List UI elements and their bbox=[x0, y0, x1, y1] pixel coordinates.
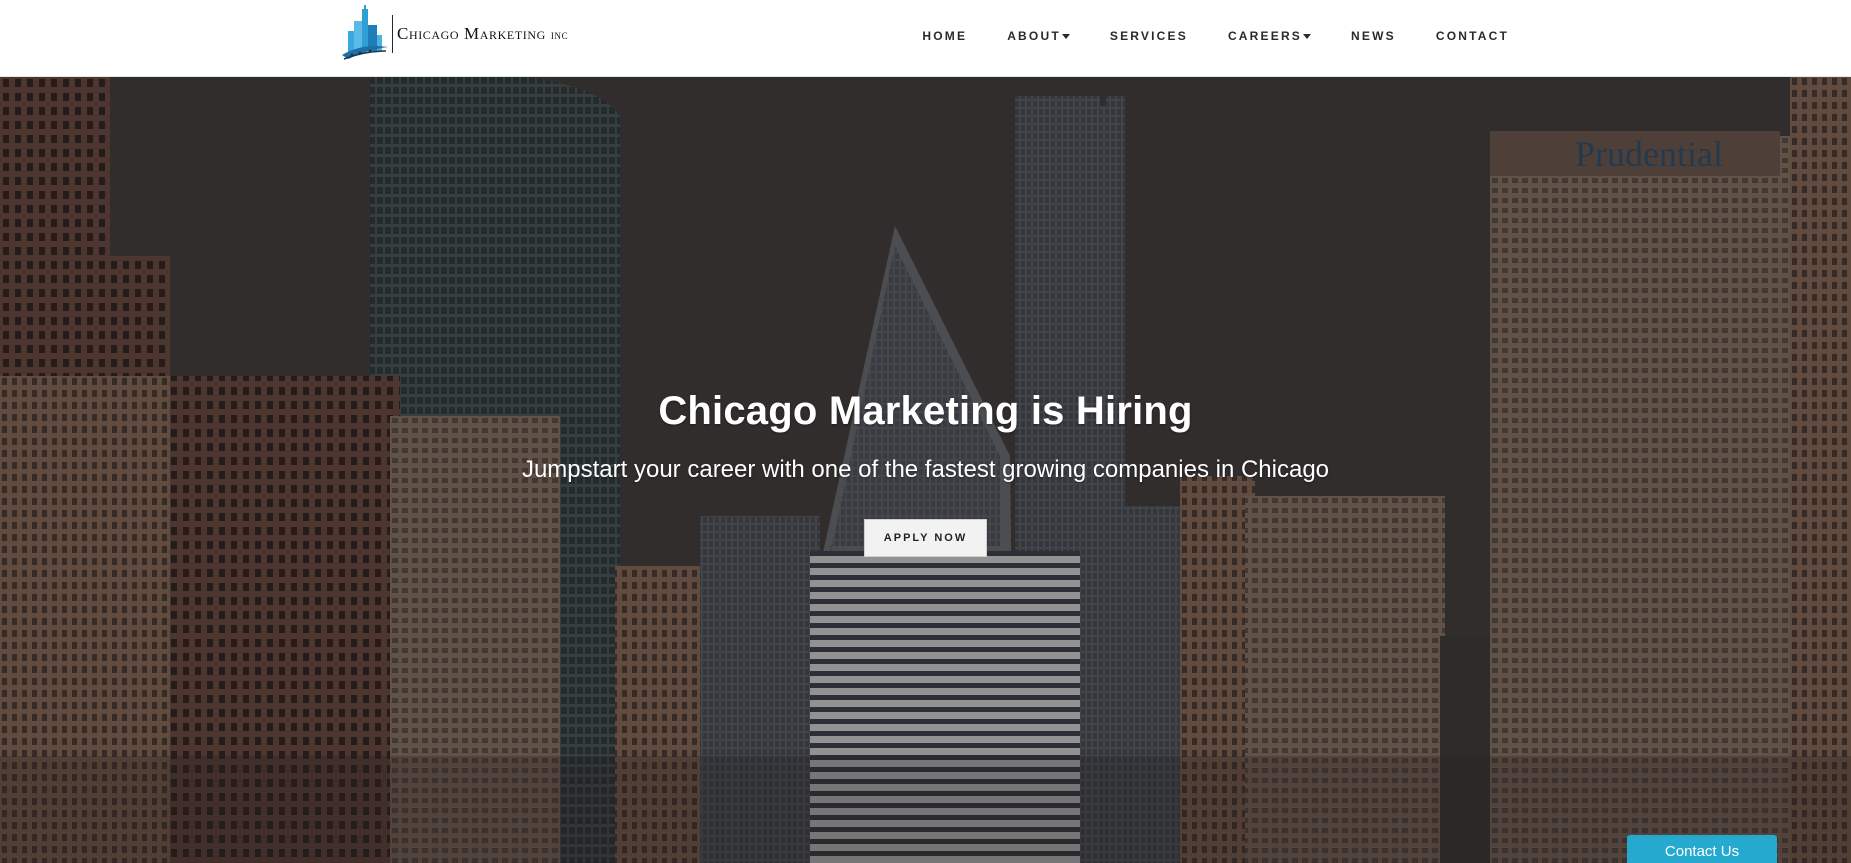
nav-item-label: NEWS bbox=[1351, 29, 1396, 43]
main-nav: HOME ABOUT SERVICES CAREERS NEWS CONTACT bbox=[922, 0, 1509, 72]
page: Chicago Marketing inc HOME ABOUT SERVICES… bbox=[0, 0, 1851, 863]
nav-item-careers[interactable]: CAREERS bbox=[1227, 29, 1312, 43]
nav-item-label: HOME bbox=[922, 29, 968, 43]
nav-item-label: CAREERS bbox=[1227, 29, 1303, 43]
nav-item-label: SERVICES bbox=[1109, 29, 1188, 43]
nav-item-services[interactable]: SERVICES bbox=[1110, 29, 1188, 43]
hero-section: Prudential Chicago Marketing is Hiring J… bbox=[0, 76, 1851, 863]
brand-suffix: inc bbox=[550, 27, 569, 42]
brand-logo-link[interactable]: Chicago Marketing inc bbox=[340, 4, 568, 64]
brand-name-text: Chicago Marketing bbox=[397, 24, 546, 43]
hero-title: Chicago Marketing is Hiring bbox=[658, 389, 1193, 433]
brand-name: Chicago Marketing inc bbox=[397, 24, 568, 44]
nav-item-label: CONTACT bbox=[1435, 29, 1509, 43]
skyscraper-logo-icon bbox=[342, 5, 388, 60]
hero-content: Chicago Marketing is Hiring Jumpstart yo… bbox=[0, 76, 1851, 863]
nav-item-home[interactable]: HOME bbox=[922, 29, 967, 43]
site-header: Chicago Marketing inc HOME ABOUT SERVICES… bbox=[0, 0, 1851, 77]
brand-divider bbox=[392, 15, 393, 53]
hero-subtitle: Jumpstart your career with one of the fa… bbox=[521, 456, 1330, 483]
nav-item-label: ABOUT bbox=[1007, 29, 1061, 43]
nav-item-about[interactable]: ABOUT bbox=[1007, 29, 1070, 43]
nav-item-contact[interactable]: CONTACT bbox=[1436, 29, 1509, 43]
contact-us-tab[interactable]: Contact Us bbox=[1627, 835, 1777, 863]
apply-now-button[interactable]: APPLY NOW bbox=[864, 519, 987, 557]
caret-down-icon bbox=[1061, 33, 1070, 39]
nav-item-news[interactable]: NEWS bbox=[1351, 29, 1396, 43]
caret-down-icon bbox=[1303, 33, 1312, 39]
